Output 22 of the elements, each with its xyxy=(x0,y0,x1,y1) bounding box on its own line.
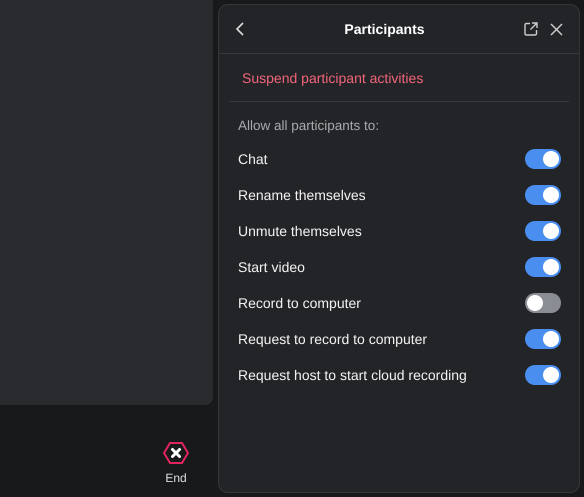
toggle-switch[interactable] xyxy=(525,149,561,169)
toggle-switch[interactable] xyxy=(525,185,561,205)
permission-label: Request to record to computer xyxy=(238,331,428,347)
pop-out-icon[interactable] xyxy=(524,22,538,36)
permission-label: Start video xyxy=(238,259,305,275)
permission-label: Request host to start cloud recording xyxy=(238,367,467,383)
permission-label: Chat xyxy=(238,151,268,167)
toggle-switch[interactable] xyxy=(525,365,561,385)
toggle-switch[interactable] xyxy=(525,221,561,241)
end-button[interactable]: End xyxy=(163,441,189,485)
end-icon xyxy=(163,441,189,465)
suspend-link[interactable]: Suspend participant activities xyxy=(242,70,424,86)
section-label: Allow all participants to: xyxy=(238,118,380,133)
panel-title: Participants xyxy=(343,21,426,37)
permission-label: Rename themselves xyxy=(238,187,366,203)
toggle-switch[interactable] xyxy=(525,329,561,349)
back-icon[interactable] xyxy=(235,22,245,36)
permission-label: Record to computer xyxy=(238,295,361,311)
toggle-switch[interactable] xyxy=(525,257,561,277)
close-icon[interactable] xyxy=(550,22,563,36)
toggle-switch[interactable] xyxy=(525,293,561,313)
permission-label: Unmute themselves xyxy=(238,223,362,239)
